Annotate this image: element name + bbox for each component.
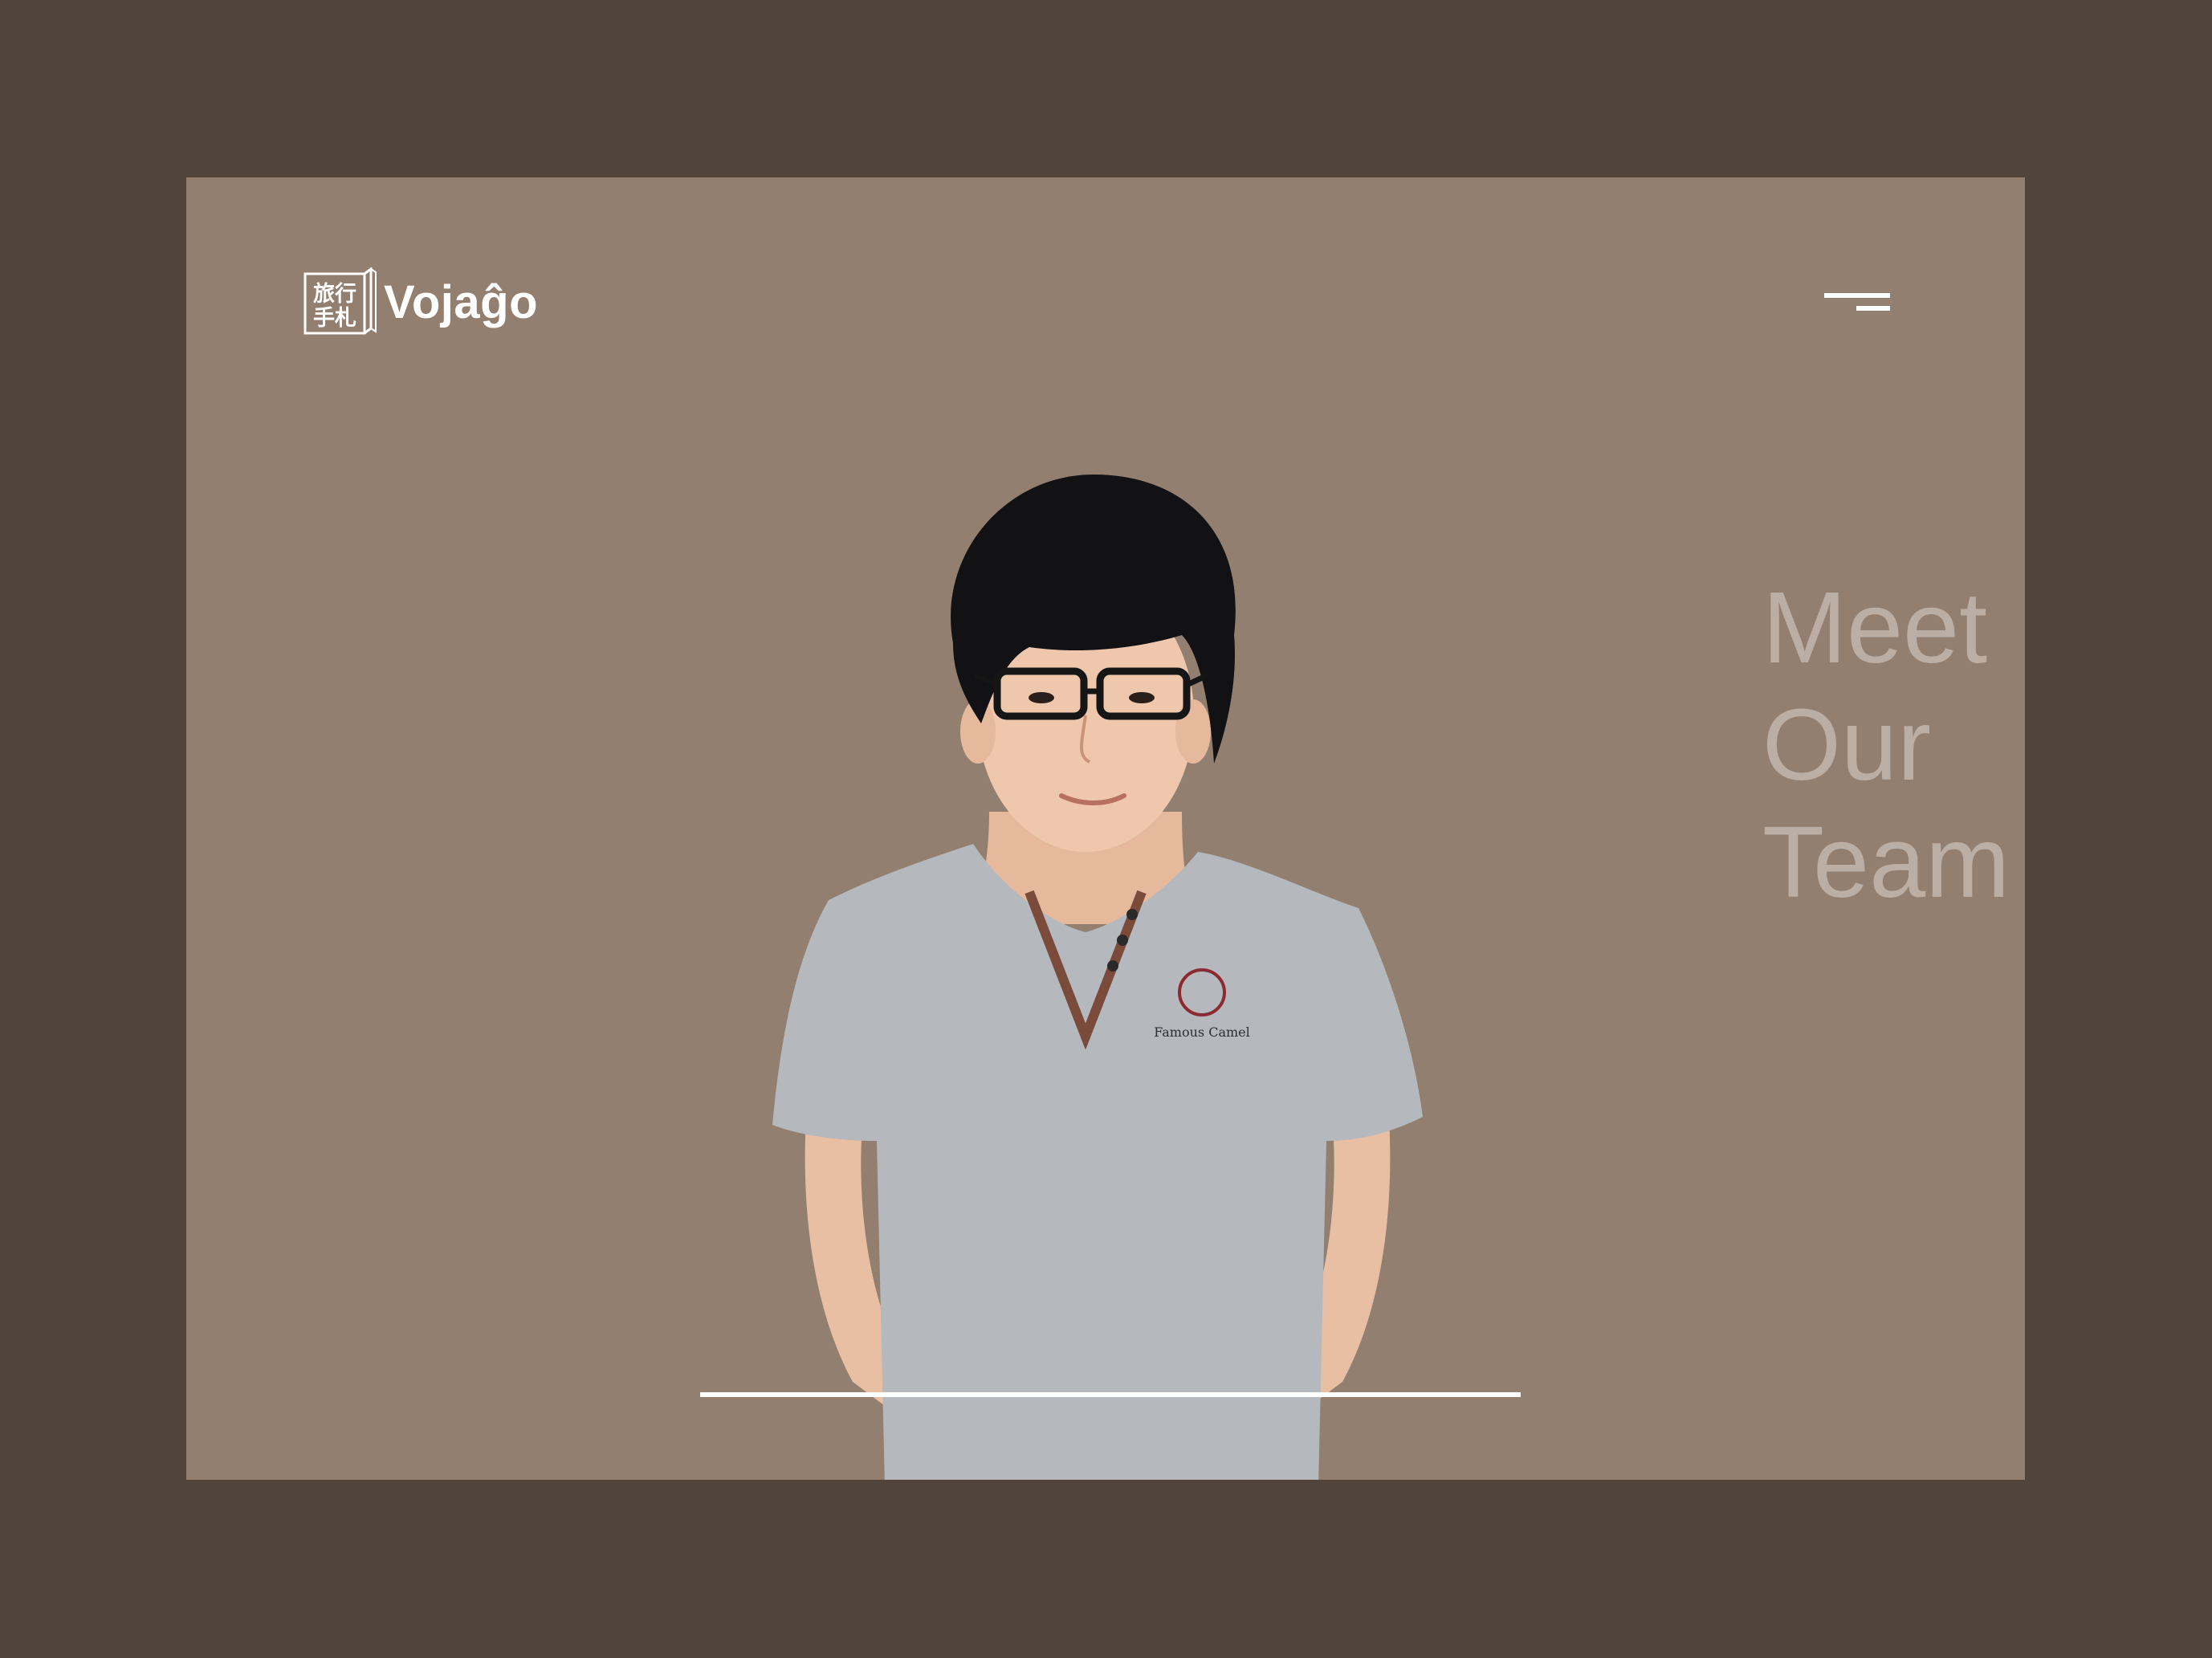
hamburger-menu-icon[interactable] — [1824, 290, 1890, 319]
heading-line-3: Team — [1762, 805, 2010, 919]
page-heading: Meet Our Team — [1762, 569, 2010, 921]
menu-bar-short — [1856, 306, 1890, 311]
menu-bar-long — [1824, 293, 1890, 298]
logo-mark-text-2: 手札 — [313, 306, 356, 331]
team-member-photo: Famous Camel — [772, 475, 1423, 1480]
hero-divider — [700, 1392, 1521, 1397]
hero-card: 旅行 手札 Vojaĝo Meet Our Team Famous Camel — [186, 177, 2025, 1480]
shirt-logo-text: Famous Camel — [1154, 1025, 1250, 1040]
heading-line-2: Our — [1762, 688, 1932, 801]
brand-name: Vojaĝo — [384, 275, 539, 328]
logo-mark-text-1: 旅行 — [313, 281, 356, 307]
notebook-logo-icon: 旅行 手札 — [303, 267, 377, 335]
brand-logo[interactable]: 旅行 手札 Vojaĝo — [302, 267, 538, 336]
heading-line-1: Meet — [1762, 571, 1988, 684]
